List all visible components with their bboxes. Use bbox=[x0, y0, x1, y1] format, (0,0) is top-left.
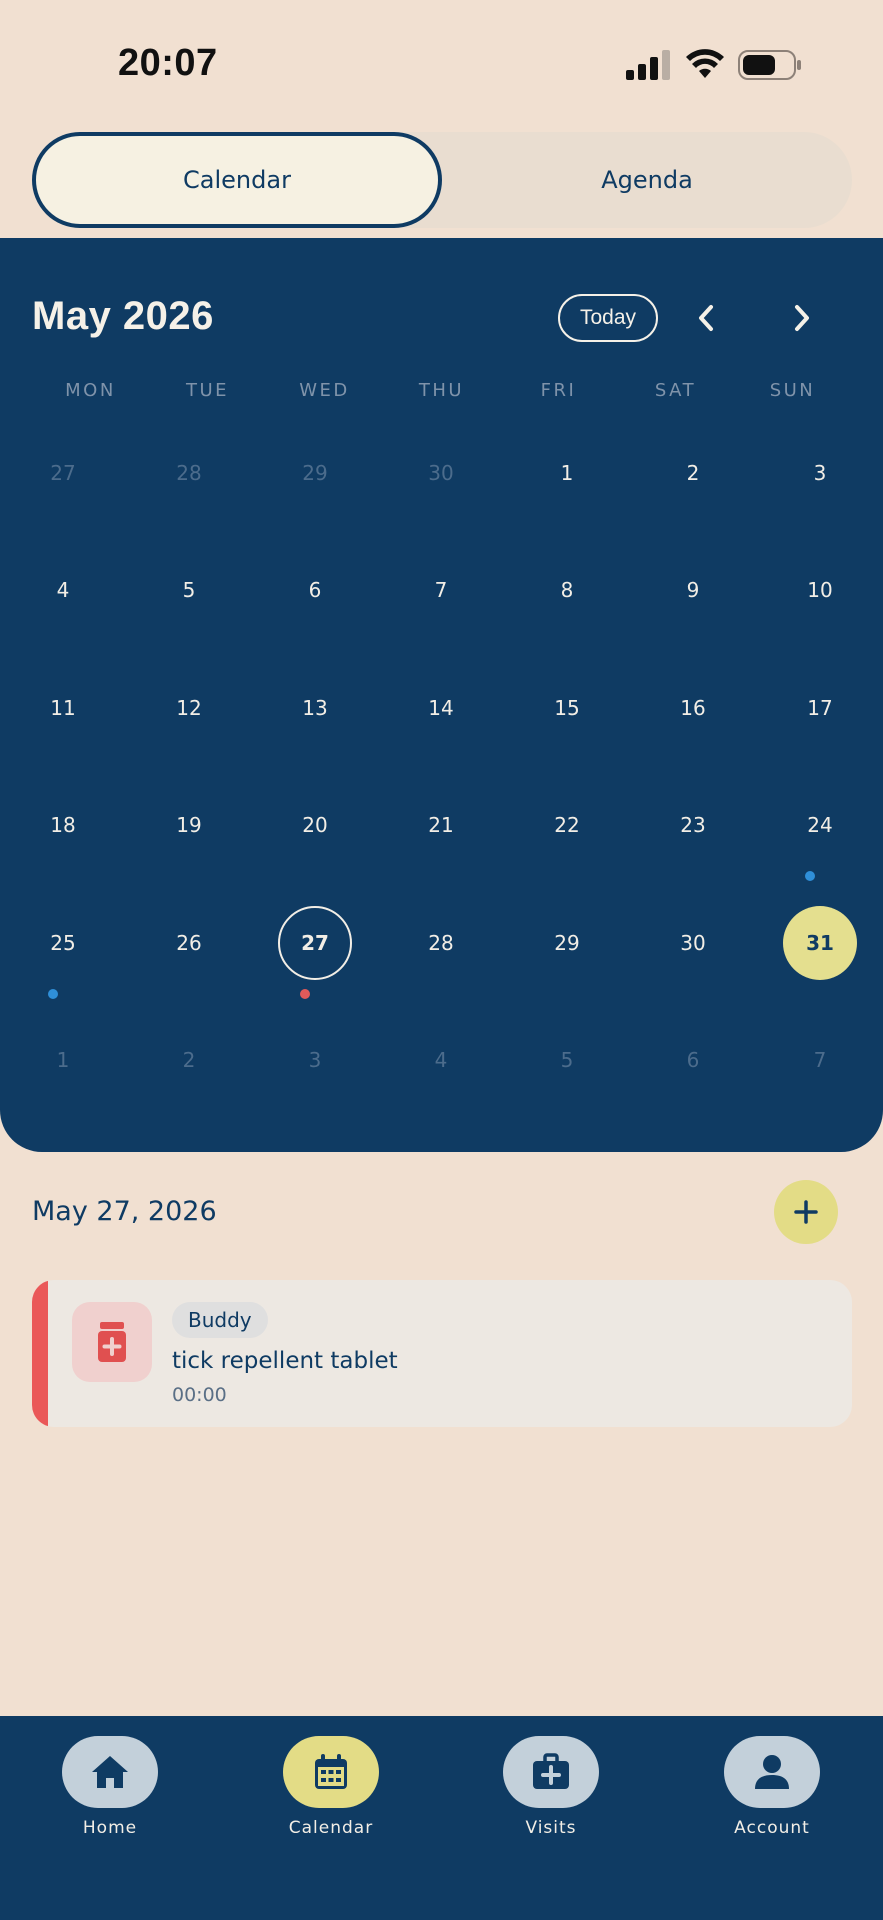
calendar-day[interactable]: 4 bbox=[26, 553, 100, 627]
calendar-day[interactable]: 7 bbox=[404, 553, 478, 627]
event-time: 00:00 bbox=[172, 1384, 227, 1406]
calendar-day-outside-month[interactable]: 1 bbox=[26, 1023, 100, 1097]
pet-tag: Buddy bbox=[172, 1302, 268, 1338]
calendar-day[interactable]: 9 bbox=[656, 553, 730, 627]
tab-agenda[interactable]: Agenda bbox=[442, 132, 852, 228]
event-indicator-dot bbox=[300, 988, 310, 999]
medication-icon bbox=[98, 1322, 126, 1362]
calendar-day[interactable]: 21 bbox=[404, 788, 478, 862]
calendar-day[interactable]: 22 bbox=[530, 788, 604, 862]
event-accent-bar bbox=[32, 1280, 48, 1427]
calendar-day[interactable]: 6 bbox=[278, 553, 352, 627]
calendar-day[interactable]: 29 bbox=[530, 906, 604, 980]
calendar-day[interactable]: 10 bbox=[783, 553, 857, 627]
calendar-panel: May 2026 Today MON TUE WED THU FRI SAT SUN 27 2… bbox=[0, 238, 883, 1152]
nav-account-label: Account bbox=[734, 1818, 810, 1838]
signal-icon bbox=[626, 50, 670, 80]
bottom-navigation: Home Calendar Visits Account bbox=[0, 1716, 883, 1920]
wifi-icon bbox=[686, 49, 724, 78]
event-title: tick repellent tablet bbox=[172, 1348, 398, 1374]
calendar-day[interactable]: 31 bbox=[783, 905, 857, 980]
calendar-day-outside-month[interactable]: 27 bbox=[26, 436, 100, 510]
nav-calendar[interactable]: Calendar bbox=[271, 1736, 391, 1846]
nav-account[interactable]: Account bbox=[712, 1736, 832, 1846]
calendar-day[interactable]: 8 bbox=[530, 553, 604, 627]
calendar-day[interactable]: 11 bbox=[26, 671, 100, 745]
view-switcher: Agenda Calendar bbox=[32, 132, 852, 228]
medical-kit-icon bbox=[533, 1753, 569, 1789]
nav-account-pill bbox=[724, 1736, 820, 1808]
nav-visits[interactable]: Visits bbox=[491, 1736, 611, 1846]
calendar-day-outside-month[interactable]: 7 bbox=[783, 1023, 857, 1097]
calendar-icon bbox=[315, 1754, 347, 1789]
calendar-day[interactable]: 27 bbox=[278, 905, 352, 980]
status-bar: 20:07 bbox=[0, 0, 883, 130]
calendar-day-outside-month[interactable]: 29 bbox=[278, 436, 352, 510]
calendar-day[interactable]: 19 bbox=[152, 788, 226, 862]
calendar-day[interactable]: 23 bbox=[656, 788, 730, 862]
event-icon-container bbox=[72, 1302, 152, 1382]
calendar-day[interactable]: 1 bbox=[530, 436, 604, 510]
nav-calendar-pill bbox=[283, 1736, 379, 1808]
calendar-day[interactable]: 26 bbox=[152, 906, 226, 980]
plus-icon bbox=[794, 1200, 818, 1224]
calendar-day[interactable]: 30 bbox=[656, 906, 730, 980]
event-indicator-dot bbox=[48, 988, 58, 999]
user-icon bbox=[755, 1755, 789, 1789]
event-indicator-dot bbox=[805, 871, 815, 882]
calendar-day-outside-month[interactable]: 28 bbox=[152, 436, 226, 510]
calendar-day[interactable]: 5 bbox=[152, 553, 226, 627]
calendar-day[interactable]: 15 bbox=[530, 671, 604, 745]
add-event-button[interactable] bbox=[774, 1180, 838, 1244]
calendar-day[interactable]: 28 bbox=[404, 906, 478, 980]
nav-calendar-label: Calendar bbox=[288, 1818, 374, 1838]
calendar-day[interactable]: 20 bbox=[278, 788, 352, 862]
calendar-day[interactable]: 24 bbox=[783, 788, 857, 862]
home-icon bbox=[92, 1756, 128, 1788]
nav-visits-label: Visits bbox=[525, 1818, 577, 1838]
nav-home-label: Home bbox=[82, 1818, 138, 1838]
calendar-day-outside-month[interactable]: 30 bbox=[404, 436, 478, 510]
status-time: 20:07 bbox=[118, 42, 218, 84]
selected-date-label: May 27, 2026 bbox=[32, 1196, 217, 1227]
calendar-day[interactable]: 14 bbox=[404, 671, 478, 745]
calendar-day[interactable]: 13 bbox=[278, 671, 352, 745]
calendar-day-outside-month[interactable]: 6 bbox=[656, 1023, 730, 1097]
nav-visits-pill bbox=[503, 1736, 599, 1808]
nav-home[interactable]: Home bbox=[50, 1736, 170, 1846]
tab-calendar[interactable]: Calendar bbox=[32, 132, 442, 228]
calendar-day[interactable]: 18 bbox=[26, 788, 100, 862]
calendar-day[interactable]: 16 bbox=[656, 671, 730, 745]
calendar-day[interactable]: 12 bbox=[152, 671, 226, 745]
calendar-day-outside-month[interactable]: 5 bbox=[530, 1023, 604, 1097]
calendar-day[interactable]: 17 bbox=[783, 671, 857, 745]
calendar-day[interactable]: 2 bbox=[656, 436, 730, 510]
battery-icon bbox=[738, 50, 801, 80]
calendar-day-outside-month[interactable]: 4 bbox=[404, 1023, 478, 1097]
calendar-day[interactable]: 3 bbox=[783, 436, 857, 510]
calendar-day-outside-month[interactable]: 2 bbox=[152, 1023, 226, 1097]
event-card[interactable]: Buddy tick repellent tablet 00:00 bbox=[32, 1280, 852, 1427]
calendar-day-outside-month[interactable]: 3 bbox=[278, 1023, 352, 1097]
calendar-grid: 27 28 29 30 1 2 3 4 5 6 7 8 9 10 11 12 13 14 15 16 17 18 19 20 2… bbox=[0, 238, 883, 1152]
calendar-day[interactable]: 25 bbox=[26, 906, 100, 980]
nav-home-pill bbox=[62, 1736, 158, 1808]
